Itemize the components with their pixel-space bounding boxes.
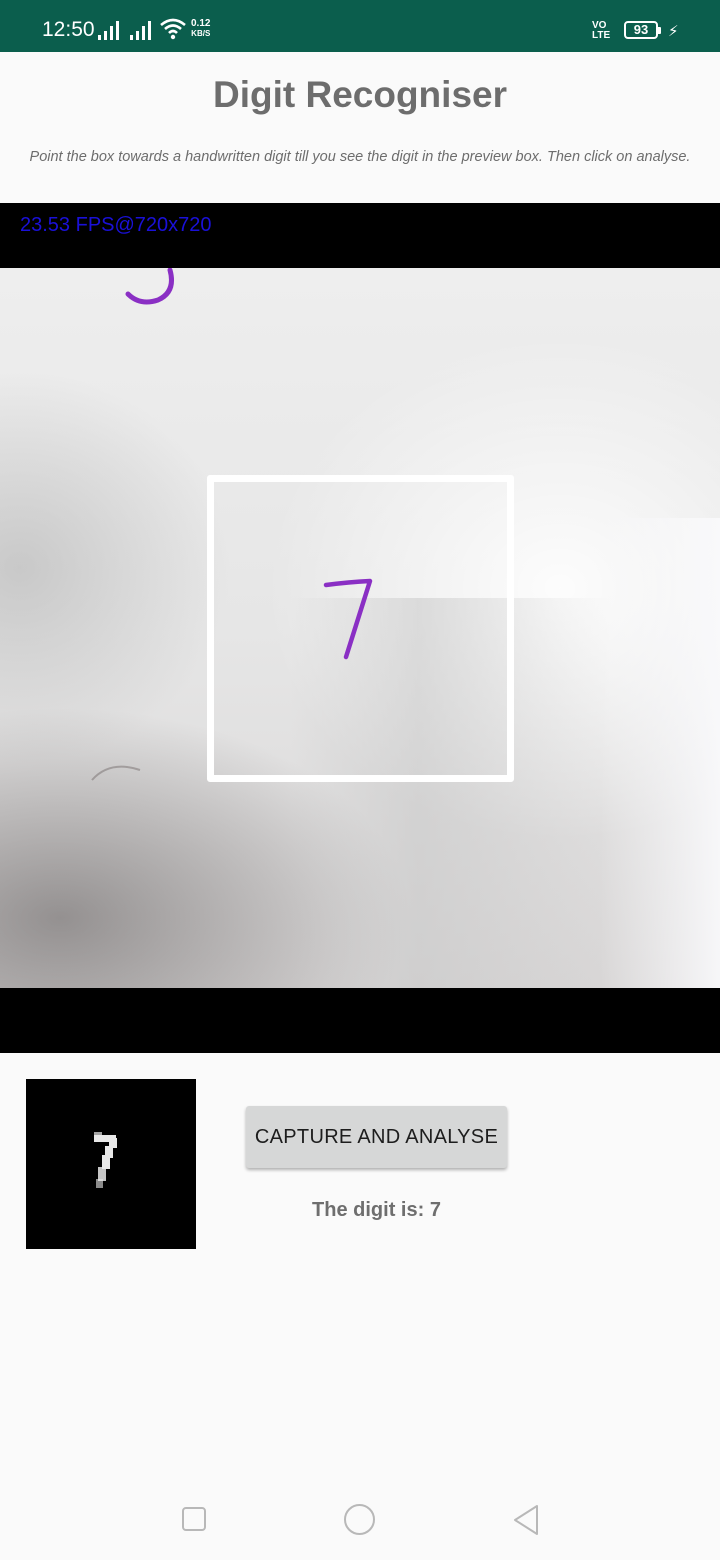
wifi-icon xyxy=(160,18,186,40)
network-speed-value: 0.12 xyxy=(191,18,211,29)
capture-and-analyse-button[interactable]: CAPTURE AND ANALYSE xyxy=(246,1106,507,1168)
volte-indicator: VO LTE xyxy=(592,21,610,41)
capture-box xyxy=(207,475,514,782)
back-triangle-icon[interactable] xyxy=(512,1504,540,1536)
navigation-bar xyxy=(0,1480,720,1560)
digit-preview-image xyxy=(26,1079,196,1249)
status-bar: 12:50 0.12 KB/S VO LTE 93 ⚡ xyxy=(0,0,720,52)
camera-feed[interactable] xyxy=(0,268,720,988)
network-speed: 0.12 KB/S xyxy=(191,19,210,39)
battery-icon: 93 xyxy=(624,21,661,39)
app-title: Digit Recogniser xyxy=(213,74,507,115)
instructions-text: Point the box towards a handwritten digi… xyxy=(29,149,691,165)
recents-square-icon[interactable] xyxy=(182,1507,206,1531)
handwritten-digit xyxy=(323,578,373,660)
battery-level: 93 xyxy=(633,22,649,37)
network-speed-unit: KB/S xyxy=(191,29,211,38)
signal-icon-sim1 xyxy=(98,20,119,40)
recognized-digit-text: The digit is: 7 xyxy=(312,1199,441,1221)
signal-icon-sim2 xyxy=(130,20,151,40)
camera-preview[interactable]: 23.53 FPS@720x720 xyxy=(0,203,720,1053)
home-circle-icon[interactable] xyxy=(344,1504,375,1535)
volte-line2: LTE xyxy=(592,30,611,41)
charging-bolt-icon: ⚡ xyxy=(668,23,679,40)
status-time: 12:50 xyxy=(42,18,95,41)
fps-counter: 23.53 FPS@720x720 xyxy=(20,214,212,236)
